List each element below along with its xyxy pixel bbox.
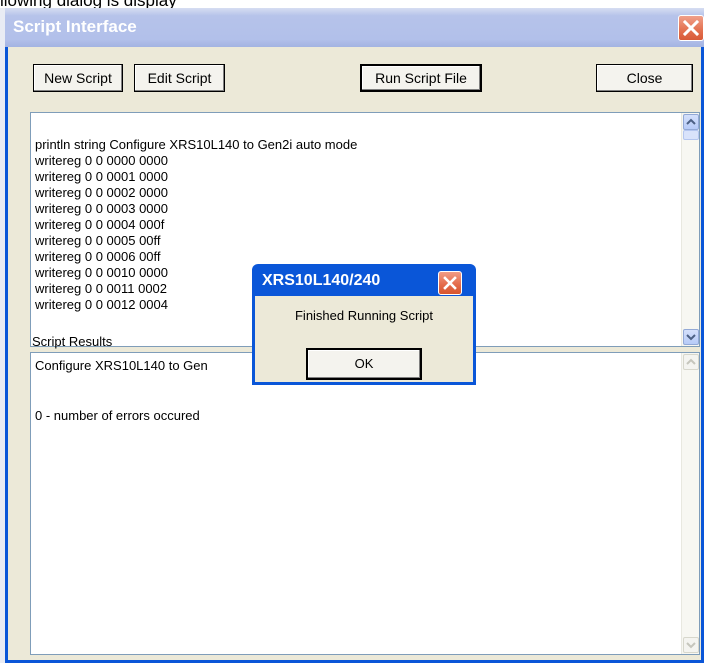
script-line: writereg 0 0 0012 0004	[35, 297, 168, 312]
script-results-box[interactable]: Configure XRS10L140 to Gen 0 - number of…	[30, 352, 700, 655]
close-icon	[443, 276, 457, 290]
script-results-scrollbar[interactable]	[681, 353, 699, 654]
dialog-close-button[interactable]	[438, 271, 462, 295]
script-line: writereg 0 0 0001 0000	[35, 169, 168, 184]
scroll-up-button[interactable]	[683, 114, 699, 130]
close-icon	[682, 19, 700, 37]
dialog-message: Finished Running Script	[294, 308, 434, 323]
new-script-button[interactable]: New Script	[33, 64, 123, 92]
result-line: 0 - number of errors occured	[35, 408, 200, 423]
script-line: writereg 0 0 0003 0000	[35, 201, 168, 216]
chevron-up-icon	[686, 358, 696, 365]
scroll-down-button[interactable]	[683, 637, 699, 653]
edit-script-button[interactable]: Edit Script	[134, 64, 225, 92]
script-line: writereg 0 0 0006 00ff	[35, 249, 161, 264]
chevron-up-icon	[686, 118, 696, 125]
result-line: Configure XRS10L140 to Gen	[35, 358, 208, 373]
script-line: writereg 0 0 0005 00ff	[35, 233, 161, 248]
script-line: writereg 0 0 0011 0002	[35, 281, 168, 296]
scroll-down-button[interactable]	[683, 329, 699, 345]
window-close-button[interactable]	[678, 15, 704, 41]
scroll-thumb[interactable]	[683, 130, 699, 140]
window-title-bar[interactable]: Script Interface	[5, 8, 704, 47]
script-line: writereg 0 0 0000 0000	[35, 153, 168, 168]
close-button[interactable]: Close	[596, 64, 693, 92]
run-script-file-button[interactable]: Run Script File	[360, 64, 482, 92]
script-editor-scrollbar[interactable]	[681, 113, 699, 346]
scroll-up-button[interactable]	[683, 354, 699, 370]
message-dialog: XRS10L140/240 Finished Running Script OK	[252, 264, 476, 385]
chevron-down-icon	[686, 642, 696, 649]
window-title: Script Interface	[13, 17, 137, 36]
script-line: writereg 0 0 0010 0000	[35, 265, 168, 280]
chevron-down-icon	[686, 334, 696, 341]
dialog-title: XRS10L140/240	[262, 272, 381, 289]
script-line: println string Configure XRS10L140 to Ge…	[35, 137, 358, 152]
script-results-label: Script Results	[32, 334, 113, 349]
script-line: writereg 0 0 0004 000f	[35, 217, 165, 232]
script-line: writereg 0 0 0002 0000	[35, 185, 168, 200]
dialog-client-area: Finished Running Script OK	[255, 296, 473, 382]
ok-button[interactable]: OK	[306, 348, 422, 380]
